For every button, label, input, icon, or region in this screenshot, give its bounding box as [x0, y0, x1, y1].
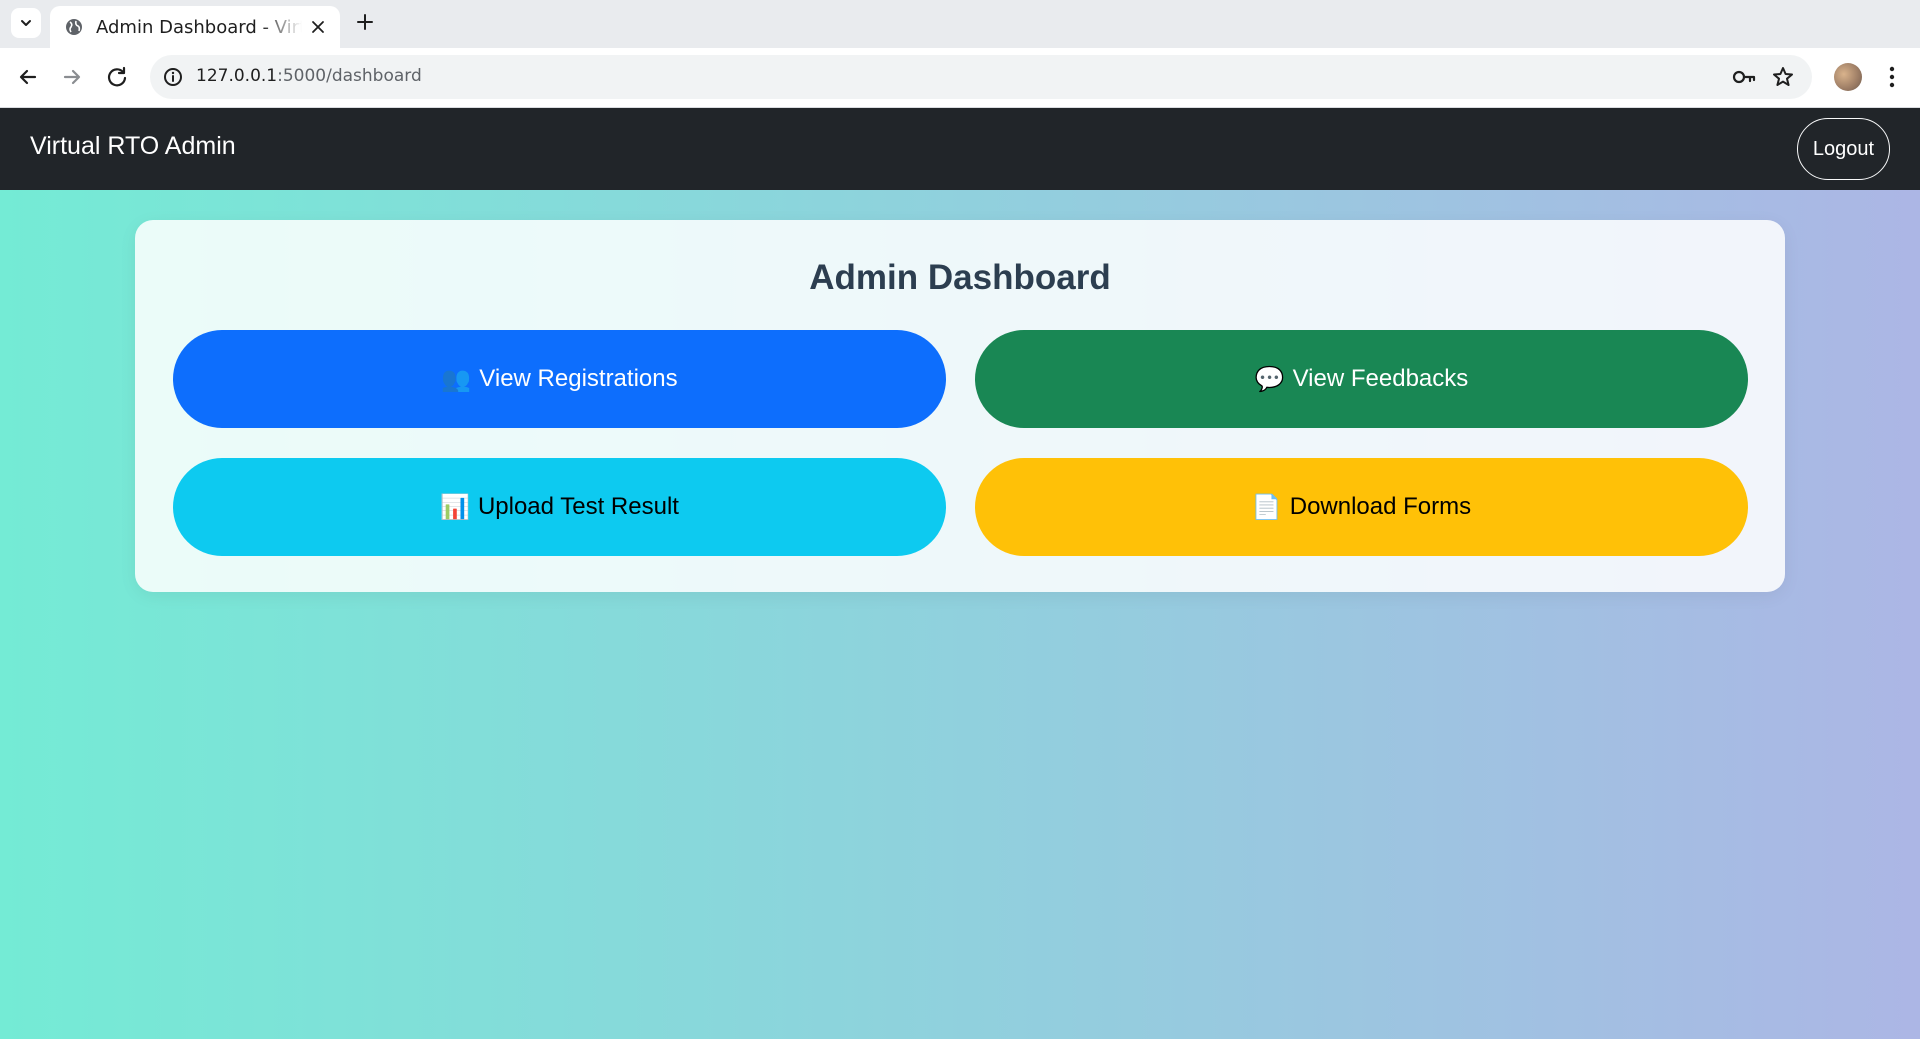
kebab-menu-icon[interactable]	[1880, 62, 1904, 92]
view-feedbacks-label: View Feedbacks	[1292, 365, 1469, 392]
url-path: :5000/dashboard	[277, 66, 422, 86]
view-registrations-button[interactable]: 👥 View Registrations	[173, 330, 946, 428]
info-icon[interactable]	[162, 66, 184, 88]
browser-tab-active[interactable]: Admin Dashboard - Virtual RTO	[50, 6, 340, 48]
download-forms-label: Download Forms	[1289, 493, 1472, 520]
forward-arrow-icon[interactable]	[59, 64, 85, 90]
top-navbar: Virtual RTO Admin Logout	[0, 108, 1920, 190]
document-icon: 📄	[1251, 493, 1282, 521]
address-bar[interactable]: 127.0.0.1:5000/dashboard	[150, 55, 1812, 99]
close-icon[interactable]	[308, 17, 328, 37]
globe-icon	[66, 19, 82, 35]
dashboard-card: Admin Dashboard 👥 View Registrations 💬 V…	[135, 220, 1785, 592]
users-icon: 👥	[441, 365, 472, 393]
browser-tab-strip: Admin Dashboard - Virtual RTO	[0, 0, 1920, 48]
page-title: Admin Dashboard	[809, 258, 1111, 297]
tab-title: Admin Dashboard - Virtual RTO	[96, 16, 302, 38]
chevron-down-icon	[21, 20, 31, 26]
upload-test-result-button[interactable]: 📊 Upload Test Result	[173, 458, 946, 556]
tab-search-button[interactable]	[11, 8, 41, 38]
page-body: Virtual RTO Admin Logout Admin Dashboard…	[0, 108, 1920, 1039]
profile-avatar[interactable]	[1834, 63, 1862, 91]
key-icon[interactable]	[1731, 66, 1757, 88]
reload-icon[interactable]	[104, 64, 130, 90]
browser-toolbar: 127.0.0.1:5000/dashboard	[0, 48, 1920, 108]
url-text: 127.0.0.1:5000/dashboard	[196, 66, 422, 86]
view-feedbacks-button[interactable]: 💬 View Feedbacks	[975, 330, 1748, 428]
url-host: 127.0.0.1	[196, 66, 278, 86]
new-tab-icon[interactable]	[353, 10, 377, 34]
speech-bubble-icon: 💬	[1254, 365, 1285, 393]
bar-chart-icon: 📊	[440, 493, 470, 521]
bookmark-star-icon[interactable]	[1771, 65, 1795, 89]
navbar-brand[interactable]: Virtual RTO Admin	[30, 132, 236, 161]
upload-test-result-label: Upload Test Result	[477, 493, 679, 520]
download-forms-button[interactable]: 📄 Download Forms	[975, 458, 1748, 556]
back-arrow-icon[interactable]	[15, 64, 41, 90]
logout-button[interactable]: Logout	[1797, 118, 1890, 180]
view-registrations-label: View Registrations	[479, 365, 678, 392]
